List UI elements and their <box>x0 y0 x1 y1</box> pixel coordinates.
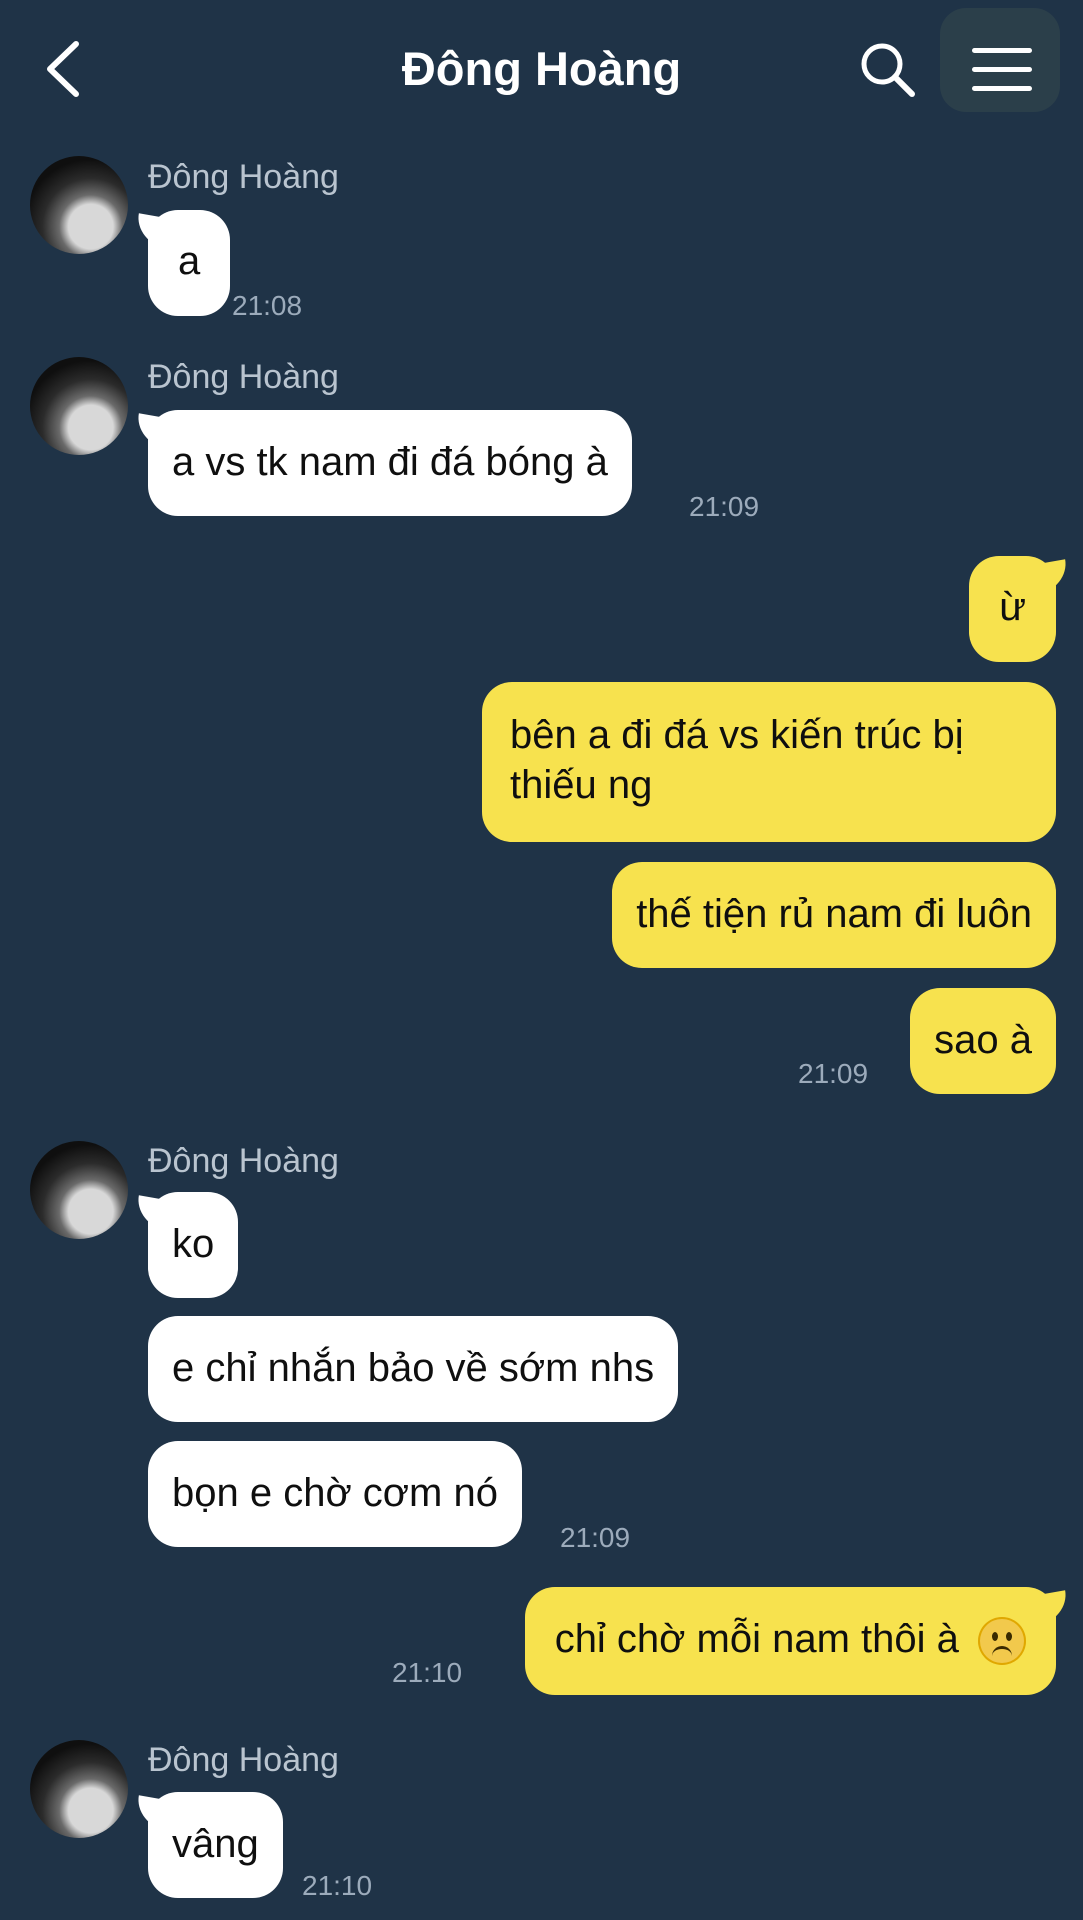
message-bubble-outgoing[interactable]: sao à <box>910 988 1056 1094</box>
message-text: chỉ chờ mỗi nam thôi à <box>554 1617 959 1661</box>
message-bubble-outgoing[interactable]: thế tiện rủ nam đi luôn <box>612 862 1056 968</box>
bubble-tail <box>133 1195 173 1231</box>
message-text: a <box>178 239 201 283</box>
search-icon[interactable] <box>858 40 916 98</box>
bubble-tail <box>1031 1590 1071 1626</box>
message-text: thế tiện rủ nam đi luôn <box>636 892 1032 936</box>
message-bubble-incoming[interactable]: e chỉ nhắn bảo về sớm nhs <box>148 1316 679 1422</box>
message-text: bên a đi đá vs kiến trúc bị thiếu ng <box>510 713 964 807</box>
bubble-tail <box>133 213 173 249</box>
avatar[interactable] <box>30 156 128 254</box>
message-text: a vs tk nam đi đá bóng à <box>172 440 608 484</box>
sender-name: Đông Hoàng <box>148 158 339 196</box>
bubble-tail <box>133 1795 173 1831</box>
bubble-tail <box>133 413 173 449</box>
message-bubble-outgoing[interactable]: ừ <box>969 556 1071 662</box>
sender-name: Đông Hoàng <box>148 1741 339 1779</box>
timestamp: 21:10 <box>302 1870 373 1901</box>
timestamp: 21:10 <box>392 1657 463 1688</box>
message-bubble-incoming[interactable]: a vs tk nam đi đá bóng à <box>133 410 632 516</box>
chat-title: Đông Hoàng <box>401 42 682 95</box>
avatar[interactable] <box>30 357 128 455</box>
message-text: e chỉ nhắn bảo về sớm nhs <box>172 1346 655 1390</box>
avatar[interactable] <box>30 1740 128 1838</box>
message-bubble-outgoing[interactable]: chỉ chờ mỗi nam thôi à <box>524 1587 1071 1695</box>
message-bubble-incoming[interactable]: vâng <box>133 1792 283 1898</box>
message-bubble-incoming[interactable]: ko <box>133 1192 239 1298</box>
hamburger-menu-icon[interactable] <box>972 48 1032 92</box>
message-text: ừ <box>999 585 1026 629</box>
message-bubble-outgoing[interactable]: bên a đi đá vs kiến trúc bị thiếu ng <box>482 682 1056 842</box>
message-text: sao à <box>934 1018 1032 1062</box>
bubble-tail <box>1031 559 1071 595</box>
message-bubble-incoming[interactable]: a <box>133 210 231 316</box>
message-bubble-incoming[interactable]: bọn e chờ cơm nó <box>148 1441 522 1547</box>
sad-face-emoji-icon <box>978 1617 1026 1666</box>
timestamp: 21:09 <box>560 1522 631 1553</box>
timestamp: 21:09 <box>689 491 760 522</box>
avatar[interactable] <box>30 1141 128 1239</box>
message-text: vâng <box>172 1822 259 1866</box>
message-text: bọn e chờ cơm nó <box>172 1471 498 1515</box>
sender-name: Đông Hoàng <box>148 358 339 396</box>
message-text: ko <box>172 1222 215 1266</box>
sender-name: Đông Hoàng <box>148 1142 339 1180</box>
timestamp: 21:08 <box>232 290 303 321</box>
timestamp: 21:09 <box>798 1058 869 1089</box>
